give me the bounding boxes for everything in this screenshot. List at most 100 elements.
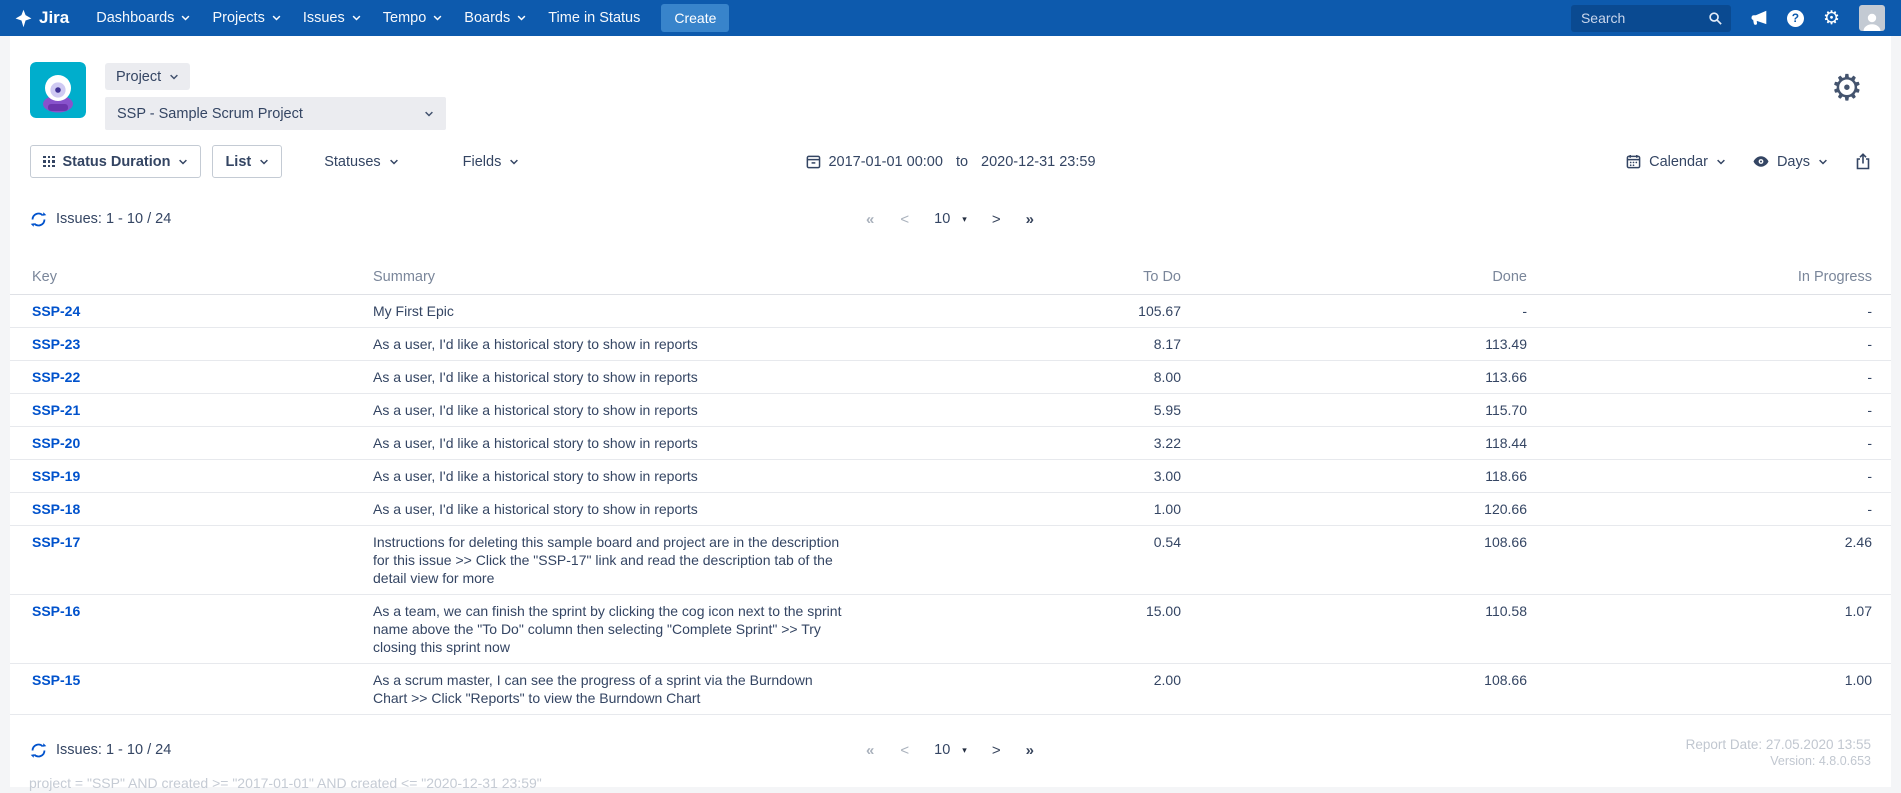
date-range[interactable]: 2017-01-01 00:00 to 2020-12-31 23:59 xyxy=(805,154,1095,170)
nav-issues[interactable]: Issues xyxy=(292,0,372,36)
issue-key-link[interactable]: SSP-17 xyxy=(32,534,80,550)
issue-key-link[interactable]: SSP-16 xyxy=(32,603,80,619)
cell-summary: My First Epic xyxy=(373,302,860,320)
cell-summary: Instructions for deleting this sample bo… xyxy=(373,533,860,587)
cell-todo: 15.00 xyxy=(860,602,1181,620)
column-header-done[interactable]: Done xyxy=(1181,269,1527,285)
project-avatar[interactable] xyxy=(30,62,86,118)
cell-summary: As a team, we can finish the sprint by c… xyxy=(373,602,860,656)
chevron-down-icon xyxy=(259,159,269,165)
next-page-button[interactable]: > xyxy=(992,742,1001,759)
announcements-icon[interactable] xyxy=(1750,9,1768,27)
cell-done: 113.49 xyxy=(1181,335,1527,353)
chevron-down-icon xyxy=(352,15,361,21)
column-header-summary[interactable]: Summary xyxy=(373,269,860,285)
report-date: Report Date: 27.05.2020 13:55 xyxy=(1686,736,1871,753)
cell-todo: 0.54 xyxy=(860,533,1181,551)
cell-inprogress: - xyxy=(1527,401,1872,419)
jql-query: project = "SSP" AND created >= "2017-01-… xyxy=(29,775,1871,791)
cell-inprogress: 1.00 xyxy=(1527,671,1872,689)
refresh-icon[interactable] xyxy=(30,211,47,228)
cell-todo: 8.00 xyxy=(860,368,1181,386)
search-box[interactable] xyxy=(1571,5,1731,32)
refresh-icon[interactable] xyxy=(30,742,47,759)
issue-key-link[interactable]: SSP-24 xyxy=(32,303,80,319)
create-button[interactable]: Create xyxy=(661,4,729,32)
issue-key-link[interactable]: SSP-19 xyxy=(32,468,80,484)
issue-key-link[interactable]: SSP-21 xyxy=(32,402,80,418)
nav-dashboards[interactable]: Dashboards xyxy=(85,0,201,36)
page-size-select[interactable]: 10 ▾ xyxy=(934,211,967,227)
nav-boards[interactable]: Boards xyxy=(453,0,537,36)
issue-key-link[interactable]: SSP-20 xyxy=(32,435,80,451)
table-header: Key Summary To Do Done In Progress xyxy=(10,269,1891,295)
cell-inprogress: - xyxy=(1527,500,1872,518)
cell-todo: 5.95 xyxy=(860,401,1181,419)
last-page-button[interactable]: » xyxy=(1026,211,1035,228)
unit-dropdown[interactable]: Days xyxy=(1753,154,1828,170)
cell-summary: As a user, I'd like a historical story t… xyxy=(373,434,860,452)
cell-summary: As a scrum master, I can see the progres… xyxy=(373,671,860,707)
table-row: SSP-22 As a user, I'd like a historical … xyxy=(10,361,1891,394)
table-row: SSP-17 Instructions for deleting this sa… xyxy=(10,526,1891,595)
first-page-button[interactable]: « xyxy=(866,742,875,759)
table-row: SSP-19 As a user, I'd like a historical … xyxy=(10,460,1891,493)
column-header-todo[interactable]: To Do xyxy=(860,269,1181,285)
cell-summary: As a user, I'd like a historical story t… xyxy=(373,401,860,419)
chevron-down-icon xyxy=(1716,159,1726,165)
date-from: 2017-01-01 00:00 xyxy=(828,154,943,170)
project-type-dropdown[interactable]: Project xyxy=(105,63,190,90)
eye-icon xyxy=(1753,155,1769,168)
issues-count: Issues: 1 - 10 / 24 xyxy=(56,742,171,758)
report-info: Report Date: 27.05.2020 13:55 Version: 4… xyxy=(1686,736,1871,770)
cell-todo: 8.17 xyxy=(860,335,1181,353)
last-page-button[interactable]: » xyxy=(1026,742,1035,759)
column-header-key[interactable]: Key xyxy=(32,269,373,285)
user-avatar[interactable] xyxy=(1859,5,1885,31)
settings-gear-icon[interactable]: ⚙ xyxy=(1823,9,1840,28)
export-icon[interactable] xyxy=(1855,153,1871,170)
jira-logo[interactable]: Jira xyxy=(14,8,69,28)
calendar-icon xyxy=(1626,154,1641,169)
prev-page-button[interactable]: < xyxy=(900,211,909,228)
pagination-bottom: « < 10 ▾ > » xyxy=(866,742,1035,759)
column-header-inprogress[interactable]: In Progress xyxy=(1527,269,1872,285)
issue-key-link[interactable]: SSP-23 xyxy=(32,336,80,352)
issues-count: Issues: 1 - 10 / 24 xyxy=(56,211,171,227)
nav-time-in-status[interactable]: Time in Status xyxy=(537,0,651,36)
first-page-button[interactable]: « xyxy=(866,211,875,228)
cell-inprogress: - xyxy=(1527,335,1872,353)
view-type-button[interactable]: List xyxy=(212,145,282,178)
page-size-select[interactable]: 10 ▾ xyxy=(934,742,967,758)
report-type-button[interactable]: Status Duration xyxy=(30,145,201,178)
search-input[interactable] xyxy=(1581,10,1708,26)
table-row: SSP-18 As a user, I'd like a historical … xyxy=(10,493,1891,526)
cell-inprogress: 2.46 xyxy=(1527,533,1872,551)
chevron-down-icon xyxy=(169,74,179,80)
calendar-dropdown[interactable]: Calendar xyxy=(1626,154,1726,170)
fields-dropdown[interactable]: Fields xyxy=(463,154,520,170)
cell-done: 115.70 xyxy=(1181,401,1527,419)
issue-key-link[interactable]: SSP-15 xyxy=(32,672,80,688)
issue-key-link[interactable]: SSP-22 xyxy=(32,369,80,385)
chevron-down-icon xyxy=(509,159,519,165)
nav-tempo[interactable]: Tempo xyxy=(372,0,454,36)
help-icon[interactable]: ? xyxy=(1787,10,1804,27)
issue-key-link[interactable]: SSP-18 xyxy=(32,501,80,517)
table-row: SSP-16 As a team, we can finish the spri… xyxy=(10,595,1891,664)
cell-summary: As a user, I'd like a historical story t… xyxy=(373,467,860,485)
table-row: SSP-21 As a user, I'd like a historical … xyxy=(10,394,1891,427)
nav-projects[interactable]: Projects xyxy=(201,0,291,36)
report-settings-gear-icon[interactable]: ⚙ xyxy=(1831,70,1863,106)
cell-done: 108.66 xyxy=(1181,533,1527,551)
statuses-dropdown[interactable]: Statuses xyxy=(324,154,398,170)
person-icon xyxy=(1861,11,1883,31)
search-icon[interactable] xyxy=(1708,11,1723,26)
prev-page-button[interactable]: < xyxy=(900,742,909,759)
next-page-button[interactable]: > xyxy=(992,211,1001,228)
cell-summary: As a user, I'd like a historical story t… xyxy=(373,368,860,386)
table-row: SSP-20 As a user, I'd like a historical … xyxy=(10,427,1891,460)
report-header: Project SSP - Sample Scrum Project ⚙ xyxy=(10,36,1891,145)
cell-todo: 105.67 xyxy=(860,302,1181,320)
project-select[interactable]: SSP - Sample Scrum Project xyxy=(105,97,446,130)
